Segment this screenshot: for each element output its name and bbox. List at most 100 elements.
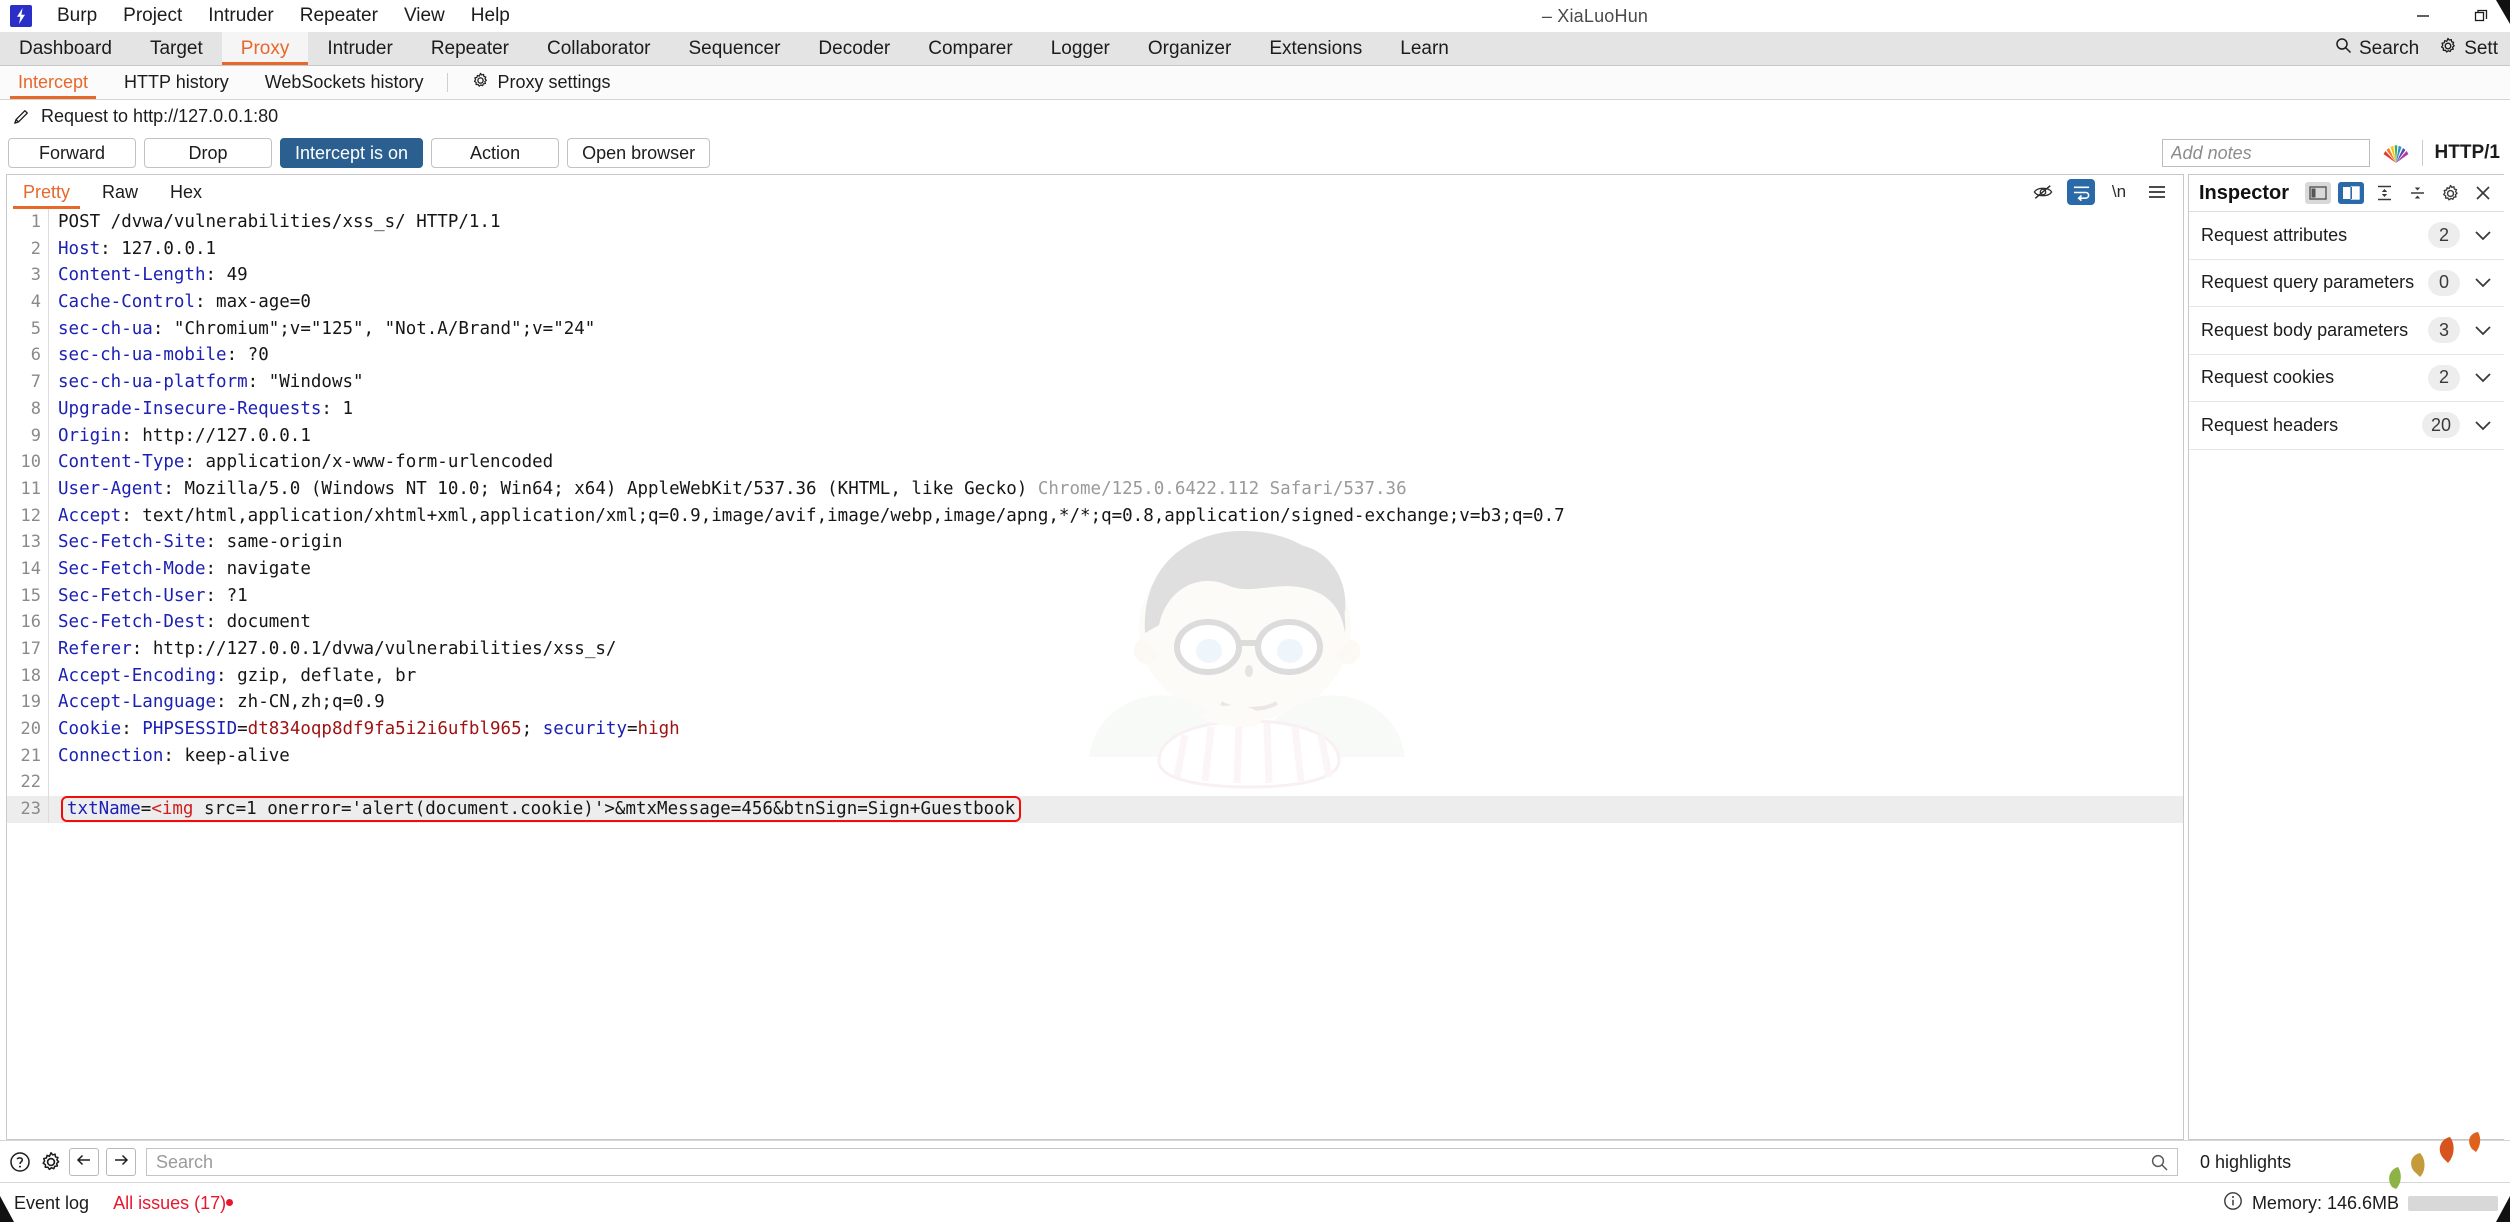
help-circle-icon[interactable] [9,1151,31,1173]
inspector-section-request-body-parameters[interactable]: Request body parameters 3 [2189,307,2504,355]
tab-collaborator[interactable]: Collaborator [528,32,670,65]
section-count: 20 [2421,412,2460,439]
line-number: 2 [7,235,49,263]
chevron-down-icon[interactable] [2474,372,2492,383]
editor-tab-pretty[interactable]: Pretty [7,175,86,209]
tab-decoder[interactable]: Decoder [799,32,909,65]
restore-icon[interactable] [2452,0,2510,32]
newline-icon[interactable]: \n [2105,179,2133,205]
http-version-label[interactable]: HTTP/1 [2435,142,2504,164]
all-issues-button[interactable]: All issues (17) [103,1193,240,1214]
search-icon[interactable] [2150,1153,2177,1172]
search-icon [2335,37,2352,60]
line-number: 23 [7,796,49,823]
word-wrap-icon[interactable] [2067,179,2095,205]
menu-item-help[interactable]: Help [458,3,523,29]
gear-icon[interactable] [2437,182,2463,204]
expand-all-icon[interactable] [2371,182,2397,204]
tab-extensions[interactable]: Extensions [1250,32,1381,65]
request-body-highlight[interactable]: txtName=<img src=1 onerror='alert(docume… [61,796,1022,823]
inspector-section-request-attributes[interactable]: Request attributes 2 [2189,212,2504,260]
chevron-down-icon[interactable] [2474,277,2492,288]
gear-icon[interactable] [40,1151,62,1173]
all-issues-label: All issues (17) [113,1192,227,1213]
line-number: 15 [7,582,49,610]
inspector-section-request-query-parameters[interactable]: Request query parameters 0 [2189,260,2504,307]
header-value: ?0 [247,345,269,366]
open-browser-button[interactable]: Open browser [567,138,711,168]
search-input[interactable] [147,1151,2150,1173]
chevron-down-icon[interactable] [2474,230,2492,241]
global-settings-button[interactable]: Sett [2431,37,2506,61]
info-circle-icon[interactable] [2223,1191,2243,1216]
layout-split-icon[interactable] [2338,182,2364,204]
subtab-websockets-history[interactable]: WebSockets history [247,66,442,99]
line-content: Cookie: PHPSESSID=dt834oqp8df9fa5i2i6ufb… [58,719,680,740]
action-button[interactable]: Action [431,138,560,168]
tab-logger[interactable]: Logger [1032,32,1129,65]
tab-dashboard[interactable]: Dashboard [0,32,131,65]
editor-tab-raw[interactable]: Raw [86,175,154,209]
tab-sequencer[interactable]: Sequencer [670,32,800,65]
header-value: keep-alive [184,745,290,766]
eye-slash-icon[interactable] [2029,179,2057,205]
line-number: 16 [7,609,49,637]
line-content: sec-ch-ua-platform: "Windows" [58,372,364,393]
menu-item-view[interactable]: View [391,3,458,29]
body-tag: <img [151,799,194,820]
title-bar: Burp Project Intruder Repeater View Help… [0,0,2510,32]
tab-proxy[interactable]: Proxy [221,32,309,65]
drop-button[interactable]: Drop [144,138,272,168]
collapse-all-icon[interactable] [2404,182,2430,204]
main-tab-bar: Dashboard Target Proxy Intruder Repeater… [0,32,2510,66]
line-number: 20 [7,716,49,743]
inspector-section-request-headers[interactable]: Request headers 20 [2189,402,2504,450]
global-settings-label: Sett [2464,37,2498,59]
tab-comparer[interactable]: Comparer [909,32,1031,65]
chevron-down-icon[interactable] [2474,420,2492,431]
subtab-intercept[interactable]: Intercept [0,66,106,99]
inspector-section-request-cookies[interactable]: Request cookies 2 [2189,355,2504,402]
editor-tab-hex[interactable]: Hex [154,175,218,209]
pencil-icon [12,107,31,126]
forward-button[interactable]: Forward [8,138,136,168]
menu-item-project[interactable]: Project [110,3,195,29]
proxy-settings-button[interactable]: Proxy settings [454,66,628,99]
rainbow-fan-icon[interactable] [2382,141,2410,165]
tab-repeater[interactable]: Repeater [412,32,528,65]
menu-item-repeater[interactable]: Repeater [287,3,391,29]
header-value: "Windows" [268,372,364,393]
section-label: Request query parameters [2201,272,2415,293]
line-content: Accept: text/html,application/xhtml+xml,… [58,505,1565,526]
tab-intruder[interactable]: Intruder [308,32,411,65]
chevron-down-icon[interactable] [2474,325,2492,336]
section-label: Request headers [2201,414,2339,435]
memory-bar[interactable] [2408,1195,2498,1211]
section-label: Request attributes [2201,224,2348,245]
close-icon[interactable] [2470,182,2496,204]
menu-item-burp[interactable]: Burp [44,3,110,29]
header-name: Connection [58,745,164,766]
inspector-panel: Inspector Request attributes 2 Request q… [2188,174,2504,1140]
subtab-http-history[interactable]: HTTP history [106,66,247,99]
tab-target[interactable]: Target [131,32,222,65]
header-value: 49 [226,265,248,286]
hamburger-menu-icon[interactable] [2143,179,2171,205]
body-param-name: txtName [67,799,141,820]
tab-learn[interactable]: Learn [1381,32,1468,65]
line-number: 7 [7,369,49,396]
editor-tools: \n [2029,175,2183,209]
event-log-button[interactable]: Event log [0,1193,103,1214]
code-line-body: 23 txtName=<img src=1 onerror='alert(doc… [7,796,2183,823]
minimize-icon[interactable] [2394,0,2452,32]
request-code-area[interactable]: 1 POST /dvwa/vulnerabilities/xss_s/ HTTP… [7,209,2183,1139]
search-prev-button[interactable] [69,1148,99,1176]
search-next-button[interactable] [106,1148,136,1176]
intercept-toggle-button[interactable]: Intercept is on [280,138,424,168]
layout-left-icon[interactable] [2305,182,2331,204]
menu-item-intruder[interactable]: Intruder [195,3,286,29]
add-notes-input[interactable] [2161,139,2370,167]
tab-organizer[interactable]: Organizer [1129,32,1250,65]
header-name: Sec-Fetch-Mode [58,558,206,579]
global-search-button[interactable]: Search [2327,37,2427,60]
